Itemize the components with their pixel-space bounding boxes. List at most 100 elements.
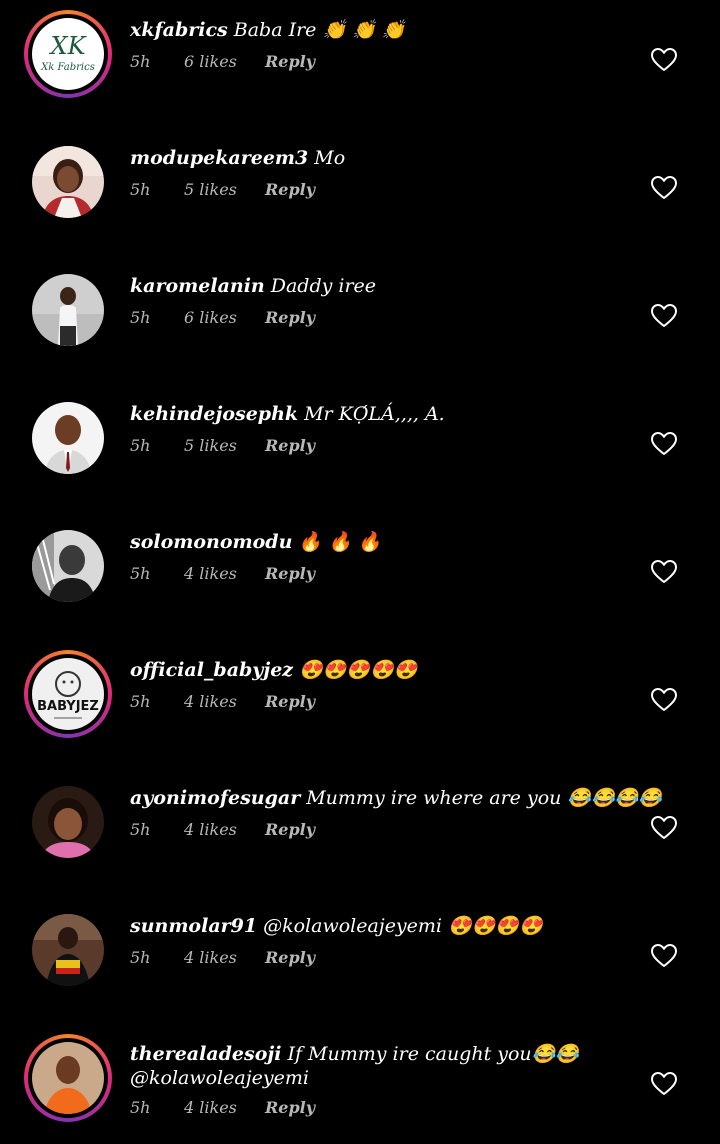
avatar[interactable]: BABYJEZ bbox=[32, 658, 104, 730]
comment-likes[interactable]: 4 likes bbox=[184, 1098, 237, 1117]
comment-meta: 5h 4 likes Reply bbox=[130, 564, 630, 584]
comment-item: ayonimofesugar Mummy ire where are you 😂😂… bbox=[0, 778, 720, 888]
avatar[interactable] bbox=[32, 786, 104, 858]
comment-body: kehindejosephk Mr KỌ́LÁ,,,, A. 5h 5 likes… bbox=[130, 402, 630, 456]
heart-outline-icon[interactable] bbox=[651, 1072, 677, 1096]
comment-username[interactable]: therealadesoji bbox=[130, 1043, 281, 1065]
profile-photo-icon bbox=[32, 1042, 104, 1114]
avatar[interactable]: XK Xk Fabrics bbox=[32, 18, 104, 90]
comment-text: Mr KỌ́LÁ,,,, A. bbox=[304, 403, 445, 425]
avatar[interactable] bbox=[32, 914, 104, 986]
reply-button[interactable]: Reply bbox=[265, 948, 315, 967]
comment-likes[interactable]: 5 likes bbox=[184, 436, 237, 455]
profile-photo-icon bbox=[32, 914, 104, 986]
comment-item: modupekareem3 Mo 5h 5 likes Reply bbox=[0, 138, 720, 248]
comment-time: 5h bbox=[130, 564, 151, 583]
profile-photo-icon bbox=[32, 274, 104, 346]
babyjez-logo-icon: BABYJEZ bbox=[32, 671, 104, 719]
xkfabrics-logo-icon: XK Xk Fabrics bbox=[40, 32, 95, 73]
comment-meta: 5h 5 likes Reply bbox=[130, 436, 630, 456]
heart-outline-icon[interactable] bbox=[651, 816, 677, 840]
avatar[interactable] bbox=[32, 402, 104, 474]
avatar-frame[interactable] bbox=[24, 394, 112, 482]
comment-text: If Mummy ire caught you😂😂 bbox=[287, 1043, 579, 1065]
comment-likes[interactable]: 5 likes bbox=[184, 180, 237, 199]
reply-button[interactable]: Reply bbox=[265, 692, 315, 711]
comment-item: kehindejosephk Mr KỌ́LÁ,,,, A. 5h 5 likes… bbox=[0, 394, 720, 504]
avatar-story-ring[interactable]: XK Xk Fabrics bbox=[24, 10, 112, 98]
heart-outline-icon[interactable] bbox=[651, 688, 677, 712]
comment-text: Daddy iree bbox=[270, 275, 377, 297]
comment-time: 5h bbox=[130, 180, 151, 199]
profile-photo-icon bbox=[32, 146, 104, 218]
comment-body: ayonimofesugar Mummy ire where are you 😂😂… bbox=[130, 786, 662, 840]
reply-button[interactable]: Reply bbox=[265, 52, 315, 71]
avatar-frame[interactable] bbox=[24, 906, 112, 994]
comment-body: solomonomodu 🔥 🔥 🔥 5h 4 likes Reply bbox=[130, 530, 630, 584]
comment-meta: 5h 6 likes Reply bbox=[130, 52, 630, 72]
comment-time: 5h bbox=[130, 52, 151, 71]
svg-text:BABYJEZ: BABYJEZ bbox=[37, 699, 99, 714]
comment-time: 5h bbox=[130, 308, 151, 327]
comment-body: modupekareem3 Mo 5h 5 likes Reply bbox=[130, 146, 630, 200]
comment-time: 5h bbox=[130, 692, 151, 711]
comment-mention[interactable]: @kolawoleajeyemi bbox=[130, 1066, 630, 1090]
avatar-story-ring[interactable] bbox=[24, 1034, 112, 1122]
comment-body: karomelanin Daddy iree 5h 6 likes Reply bbox=[130, 274, 630, 328]
svg-text:XK: XK bbox=[48, 32, 87, 60]
heart-outline-icon[interactable] bbox=[651, 432, 677, 456]
comment-text: Mummy ire where are you 😂😂😂😂 bbox=[306, 787, 663, 809]
avatar-frame[interactable] bbox=[24, 522, 112, 610]
comment-likes[interactable]: 4 likes bbox=[184, 820, 237, 839]
comment-username[interactable]: xkfabrics bbox=[130, 19, 228, 41]
avatar-story-ring[interactable]: BABYJEZ bbox=[24, 650, 112, 738]
heart-outline-icon[interactable] bbox=[651, 176, 677, 200]
comment-meta: 5h 6 likes Reply bbox=[130, 308, 630, 328]
reply-button[interactable]: Reply bbox=[265, 564, 315, 583]
comment-meta: 5h 4 likes Reply bbox=[130, 692, 630, 712]
comment-item: BABYJEZ official_babyjez 😍😍😍😍😍 5h 4 likes… bbox=[0, 650, 720, 760]
heart-outline-icon[interactable] bbox=[651, 560, 677, 584]
avatar[interactable] bbox=[32, 530, 104, 602]
comment-username[interactable]: ayonimofesugar bbox=[130, 787, 300, 809]
comment-time: 5h bbox=[130, 1098, 151, 1117]
heart-outline-icon[interactable] bbox=[651, 48, 677, 72]
comment-text: Baba Ire 👏 👏 👏 bbox=[233, 19, 406, 41]
comment-likes[interactable]: 6 likes bbox=[184, 52, 237, 71]
comment-likes[interactable]: 4 likes bbox=[184, 564, 237, 583]
comment-meta: 5h 5 likes Reply bbox=[130, 180, 630, 200]
reply-button[interactable]: Reply bbox=[265, 436, 315, 455]
comment-item: karomelanin Daddy iree 5h 6 likes Reply bbox=[0, 266, 720, 376]
comment-text: Mo bbox=[314, 147, 346, 169]
avatar[interactable] bbox=[32, 1042, 104, 1114]
comment-item: sunmolar91 @kolawoleajeyemi 😍😍😍😍 5h 4 lik… bbox=[0, 906, 720, 1016]
heart-outline-icon[interactable] bbox=[651, 944, 677, 968]
comment-username[interactable]: official_babyjez bbox=[130, 659, 293, 681]
comment-username[interactable]: karomelanin bbox=[130, 275, 265, 297]
avatar-frame[interactable] bbox=[24, 778, 112, 866]
comment-likes[interactable]: 6 likes bbox=[184, 308, 237, 327]
reply-button[interactable]: Reply bbox=[265, 308, 315, 327]
comment-username[interactable]: sunmolar91 bbox=[130, 915, 257, 937]
reply-button[interactable]: Reply bbox=[265, 180, 315, 199]
comment-text: 😍😍😍😍😍 bbox=[299, 659, 418, 681]
comment-likes[interactable]: 4 likes bbox=[184, 948, 237, 967]
avatar[interactable] bbox=[32, 274, 104, 346]
comment-time: 5h bbox=[130, 436, 151, 455]
comment-meta: 5h 4 likes Reply bbox=[130, 948, 630, 968]
comment-username[interactable]: solomonomodu bbox=[130, 531, 292, 553]
heart-outline-icon[interactable] bbox=[651, 304, 677, 328]
reply-button[interactable]: Reply bbox=[265, 820, 315, 839]
comment-body: xkfabrics Baba Ire 👏 👏 👏 5h 6 likes Reply bbox=[130, 18, 630, 72]
comment-text: 🔥 🔥 🔥 bbox=[298, 531, 382, 553]
comment-username[interactable]: kehindejosephk bbox=[130, 403, 298, 425]
avatar-frame[interactable] bbox=[24, 138, 112, 226]
avatar[interactable] bbox=[32, 146, 104, 218]
comment-time: 5h bbox=[130, 948, 151, 967]
comment-likes[interactable]: 4 likes bbox=[184, 692, 237, 711]
comment-body: official_babyjez 😍😍😍😍😍 5h 4 likes Reply bbox=[130, 658, 630, 712]
avatar-frame[interactable] bbox=[24, 266, 112, 354]
reply-button[interactable]: Reply bbox=[265, 1098, 315, 1117]
profile-photo-icon bbox=[32, 402, 104, 474]
comment-username[interactable]: modupekareem3 bbox=[130, 147, 308, 169]
